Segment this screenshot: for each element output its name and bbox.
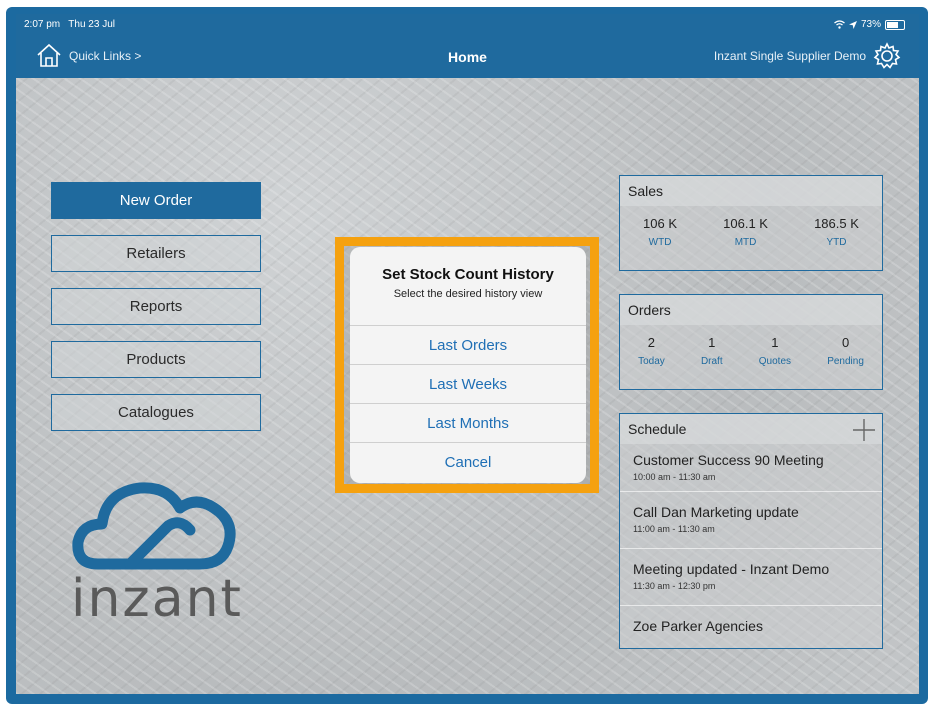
battery-percent: 73% — [860, 19, 881, 30]
status-time: 2:07 pm Thu 23 Jul — [24, 19, 115, 30]
schedule-item-title: Meeting updated - Inzant Demo — [633, 561, 830, 577]
sales-card[interactable]: Sales 106 K WTD 106.1 K MTD 186.5 K YTD — [619, 175, 883, 271]
stat-value: 1 — [771, 335, 779, 350]
brand-wordmark: inzant — [71, 569, 243, 629]
stat-label: Quotes — [758, 356, 792, 367]
status-indicators: 73% — [834, 19, 905, 30]
wifi-icon — [834, 20, 845, 29]
stat-value: 2 — [647, 335, 656, 350]
schedule-card: Schedule Customer Success 90 Meeting 10:… — [619, 413, 883, 649]
stat-label: Draft — [700, 356, 723, 367]
last-months-option[interactable]: Last Months — [350, 403, 586, 442]
stock-history-dialog: Set Stock Count History Select the desir… — [350, 247, 586, 483]
schedule-title: Schedule — [620, 414, 882, 444]
orders-title: Orders — [620, 295, 882, 325]
dialog-title: Set Stock Count History — [382, 266, 554, 283]
orders-stats: 2 Today 1 Draft 1 Quotes 0 Pending — [620, 325, 882, 367]
plus-icon[interactable] — [852, 418, 876, 442]
schedule-item[interactable]: Call Dan Marketing update 11:00 am - 11:… — [620, 492, 882, 549]
cancel-button[interactable]: Cancel — [350, 442, 586, 481]
schedule-item-time: 11:00 am - 11:30 am — [633, 524, 715, 534]
products-button[interactable]: Products — [51, 341, 261, 378]
sales-stat-wtd: 106 K WTD — [643, 216, 677, 248]
gear-icon[interactable] — [873, 42, 901, 70]
stat-value: 1 — [708, 335, 716, 350]
sales-title: Sales — [620, 176, 882, 206]
battery-icon — [885, 19, 905, 30]
stat-value: 106.1 K — [723, 216, 768, 231]
schedule-item-time: 11:30 am - 12:30 pm — [633, 581, 716, 591]
orders-stat-quotes: 1 Quotes — [759, 335, 791, 367]
orders-stat-today: 2 Today — [638, 335, 665, 367]
schedule-item[interactable]: Customer Success 90 Meeting 10:00 am - 1… — [620, 444, 882, 492]
status-date-text: Thu 23 Jul — [68, 19, 115, 30]
supplier-name[interactable]: Inzant Single Supplier Demo — [714, 49, 866, 63]
orders-card[interactable]: Orders 2 Today 1 Draft 1 Quotes 0 Pendin… — [619, 294, 883, 390]
sales-stats: 106 K WTD 106.1 K MTD 186.5 K YTD — [620, 206, 882, 248]
cloud-logo — [72, 482, 236, 570]
reports-button[interactable]: Reports — [51, 288, 261, 325]
last-orders-option[interactable]: Last Orders — [350, 325, 586, 364]
retailers-button[interactable]: Retailers — [51, 235, 261, 272]
last-weeks-option[interactable]: Last Weeks — [350, 364, 586, 403]
stat-value: 186.5 K — [814, 216, 859, 231]
schedule-item-title: Call Dan Marketing update — [633, 504, 799, 520]
schedule-item[interactable]: Meeting updated - Inzant Demo 11:30 am -… — [620, 549, 882, 606]
dialog-options: Last Orders Last Weeks Last Months Cance… — [350, 325, 586, 481]
top-bar: 2:07 pm Thu 23 Jul 73% Quick Links > Hom… — [16, 14, 919, 78]
new-order-button[interactable]: New Order — [51, 182, 261, 219]
stat-value: 106 K — [643, 216, 678, 231]
dialog-subtitle: Select the desired history view — [393, 288, 543, 300]
stat-label: Today — [638, 356, 665, 367]
sales-stat-mtd: 106.1 K MTD — [723, 216, 768, 248]
app-screen: 2:07 pm Thu 23 Jul 73% Quick Links > Hom… — [16, 14, 919, 694]
stat-label: Pending — [827, 356, 864, 367]
stat-label: YTD — [826, 237, 847, 248]
stat-label: WTD — [648, 237, 672, 248]
orders-stat-pending: 0 Pending — [827, 335, 864, 367]
stat-label: MTD — [734, 237, 757, 248]
schedule-item[interactable]: Zoe Parker Agencies — [620, 606, 882, 648]
schedule-item-time: 10:00 am - 11:30 am — [633, 472, 716, 482]
stat-value: 0 — [841, 335, 850, 350]
status-time-text: 2:07 pm — [24, 19, 61, 30]
location-icon — [848, 20, 857, 29]
orders-stat-draft: 1 Draft — [701, 335, 723, 367]
sales-stat-ytd: 186.5 K YTD — [814, 216, 859, 248]
schedule-item-title: Zoe Parker Agencies — [633, 618, 763, 634]
catalogues-button[interactable]: Catalogues — [51, 394, 261, 431]
schedule-item-title: Customer Success 90 Meeting — [633, 452, 824, 468]
